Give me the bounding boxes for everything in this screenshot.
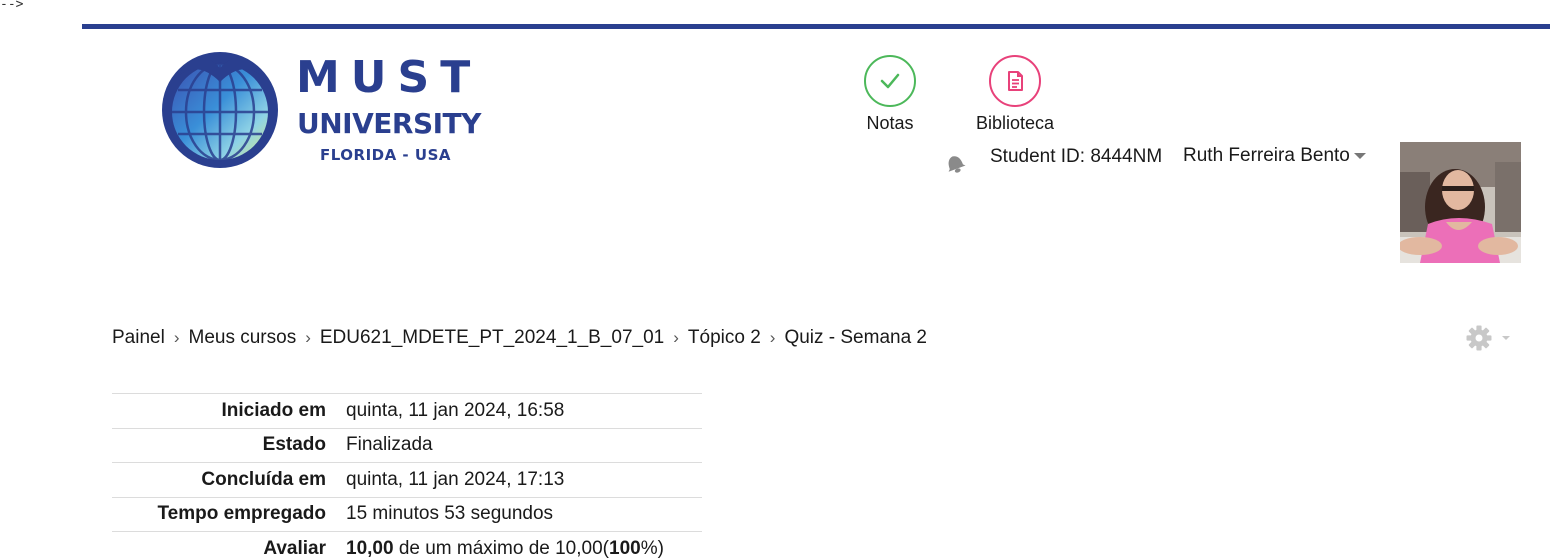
chevron-right-icon: › [769,328,776,347]
user-menu-toggle[interactable]: Ruth Ferreira Bento [1183,145,1366,167]
row-label: Estado [262,434,326,456]
table-row: Estado Finalizada [112,428,702,463]
breadcrumb: Painel › Meus cursos › EDU621_MDETE_PT_2024_… [112,327,927,349]
logo-text-location: FLORIDA - USA [320,146,451,164]
grade-text-end: %) [640,538,664,559]
notas-label: Notas [866,113,914,133]
bell-icon[interactable] [942,150,968,176]
avatar[interactable] [1400,142,1521,263]
breadcrumb-topico[interactable]: Tópico 2 [688,327,761,348]
row-value: quinta, 11 jan 2024, 17:13 [346,468,565,490]
row-value: Finalizada [346,434,433,456]
check-icon [864,55,916,107]
grade-score: 10,00 [346,538,394,559]
quiz-attempt-summary: Iniciado em quinta, 11 jan 2024, 16:58 E… [112,393,702,560]
grade-percent: 100 [609,538,641,559]
chevron-right-icon: › [305,328,311,347]
student-id: Student ID: 8444NM [990,146,1163,167]
caret-down-icon [1502,336,1510,340]
biblioteca-label: Biblioteca [975,113,1055,133]
breadcrumb-quiz[interactable]: Quiz - Semana 2 [784,327,927,348]
table-row: Concluída em quinta, 11 jan 2024, 17:13 [112,462,702,498]
user-name: Ruth Ferreira Bento [1183,145,1350,166]
row-value: 15 minutos 53 segundos [346,503,554,525]
must-university-logo[interactable]: MUST UNIVERSITY FLORIDA - USA [158,46,488,170]
document-icon [989,55,1041,107]
notas-link[interactable]: Notas [862,55,918,134]
globe-logo-icon [162,52,278,168]
chevron-right-icon: › [673,328,679,347]
grade-label: Avaliar [263,538,326,559]
gear-icon [1466,325,1510,351]
biblioteca-link[interactable]: Biblioteca [968,55,1062,134]
caret-down-icon [1353,152,1366,159]
breadcrumb-course[interactable]: EDU621_MDETE_PT_2024_1_B_07_01 [320,327,664,348]
grade-value: 10,00 de um máximo de 10,00(100%) [346,532,702,560]
logo-text-must: MUST [296,52,482,103]
header-top-rule [82,24,1550,29]
table-row-grade: Avaliar 10,00 de um máximo de 10,00(100%… [112,531,702,560]
row-label: Iniciado em [221,399,326,421]
row-label: Tempo empregado [157,503,326,525]
breadcrumb-painel[interactable]: Painel [112,327,165,348]
chevron-right-icon: › [173,328,180,347]
avatar-photo [1400,142,1521,263]
stray-comment-text: --> [0,0,24,12]
row-value: quinta, 11 jan 2024, 16:58 [346,399,565,421]
grade-text-mid: de um máximo de 10,00( [393,538,609,559]
table-row: Tempo empregado 15 minutos 53 segundos [112,497,702,532]
row-label: Concluída em [201,468,326,490]
table-row: Iniciado em quinta, 11 jan 2024, 16:58 [112,393,702,429]
settings-menu-button[interactable] [1465,324,1513,352]
breadcrumb-meus-cursos[interactable]: Meus cursos [189,327,297,348]
logo-text-university: UNIVERSITY [297,107,481,140]
